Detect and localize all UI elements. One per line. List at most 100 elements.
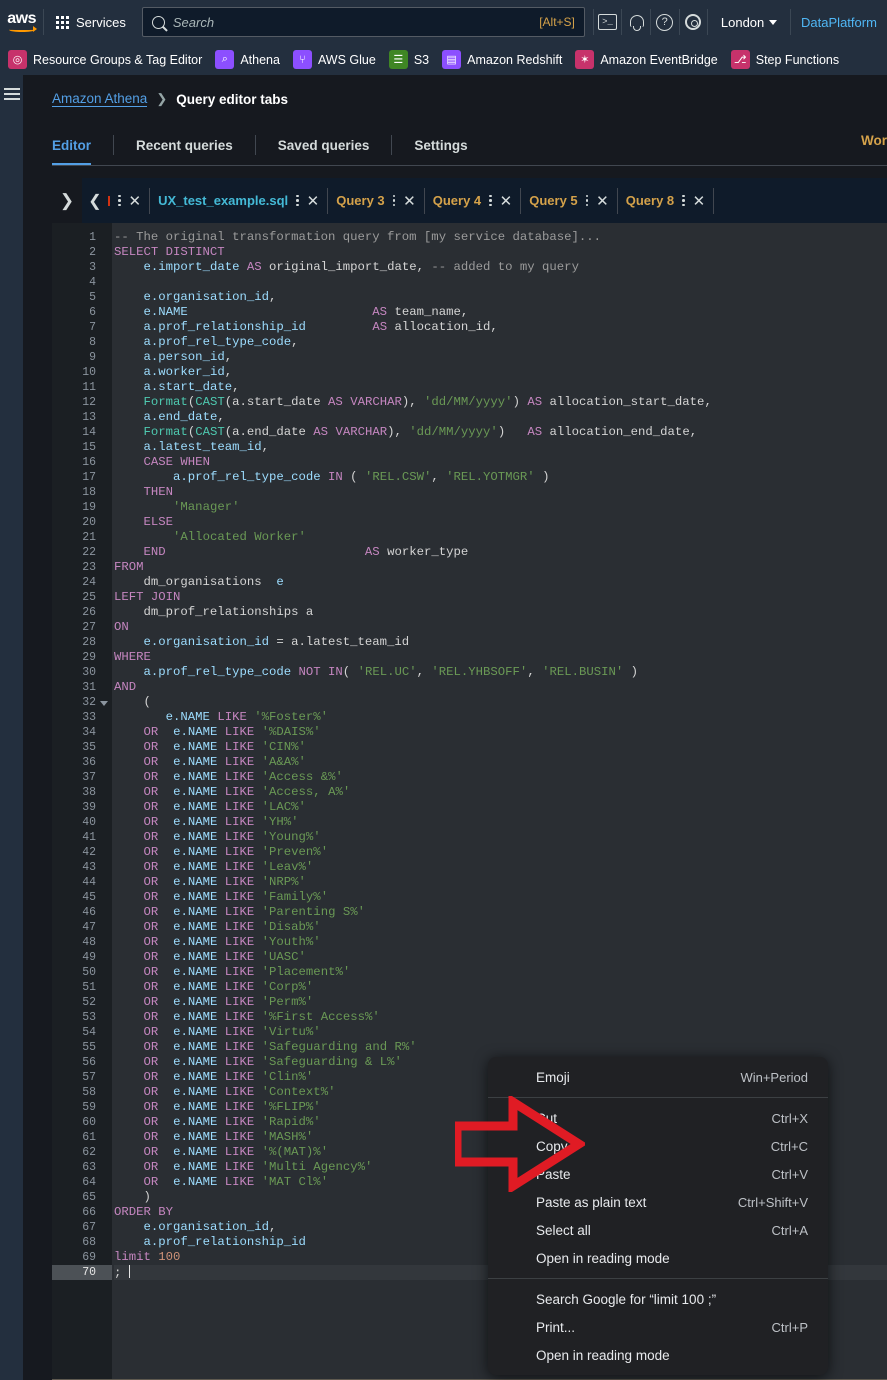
service-shortcut-2[interactable]: ⑂ AWS Glue — [292, 50, 376, 69]
code-token: -- The original transformation query fro… — [114, 230, 602, 244]
menu-item-paste-as-plain-text[interactable]: Paste as plain text Ctrl+Shift+V — [488, 1188, 828, 1216]
code-line: dm_organisations e — [114, 575, 284, 590]
editor-tab-0[interactable]: UX_test_example.sql ✕ — [150, 178, 327, 223]
menu-hamburger-icon[interactable] — [4, 88, 20, 103]
tab-menu-icon[interactable] — [118, 194, 121, 207]
code-token: e.NAME — [165, 710, 210, 724]
editor-tab-2[interactable]: Query 4 ✕ — [425, 178, 521, 223]
cloudshell-icon[interactable]: >_ — [594, 0, 622, 44]
tab-menu-icon[interactable] — [585, 194, 589, 207]
line-number: 3 — [89, 261, 96, 274]
tab-editor[interactable]: Editor — [52, 127, 113, 166]
code-token: e.NAME — [173, 1070, 218, 1084]
code-token: OR — [143, 845, 159, 859]
code-line: FROM — [114, 560, 144, 575]
close-icon[interactable]: ✕ — [403, 192, 416, 210]
close-icon[interactable]: ✕ — [500, 192, 513, 210]
close-icon[interactable]: ✕ — [596, 192, 609, 210]
scroll-tabs-left-icon[interactable]: ❮ — [82, 178, 108, 223]
close-icon[interactable]: ✕ — [307, 192, 320, 210]
line-number: 16 — [82, 456, 96, 469]
code-token: 'Parenting S%' — [261, 905, 365, 919]
settings-gear-icon[interactable] — [679, 0, 707, 44]
code-token: AND — [114, 680, 137, 694]
region-selector[interactable]: London — [708, 15, 790, 30]
code-line: OR e.NAME LIKE 'Young%' — [114, 830, 321, 845]
code-line: OR e.NAME LIKE 'MASH%' — [114, 1130, 314, 1145]
menu-item-cut[interactable]: Cut Ctrl+X — [488, 1104, 828, 1132]
tab-saved-queries[interactable]: Saved queries — [256, 127, 392, 163]
search-icon — [151, 15, 165, 29]
service-shortcut-3[interactable]: ☰ S3 — [388, 50, 429, 69]
aws-top-navigation: aws Services Search [Alt+S] >_ ? London … — [0, 0, 887, 44]
editor-tab-3[interactable]: Query 5 ✕ — [521, 178, 617, 223]
code-line: OR e.NAME LIKE 'Perm%' — [114, 995, 314, 1010]
code-token: CAST — [195, 425, 225, 439]
tab-menu-icon[interactable] — [392, 194, 396, 207]
tab-menu-icon[interactable] — [489, 194, 492, 207]
search-input[interactable]: Search — [173, 15, 531, 30]
global-search-box[interactable]: Search [Alt+S] — [141, 7, 585, 37]
menu-item-paste[interactable]: Paste Ctrl+V — [488, 1160, 828, 1188]
help-icon[interactable]: ? — [651, 0, 679, 44]
service-shortcut-5[interactable]: ✶ Amazon EventBridge — [575, 50, 718, 69]
menu-item-open-in-reading-mode[interactable]: Open in reading mode — [488, 1244, 828, 1272]
aws-logo[interactable]: aws — [0, 11, 43, 32]
tab-settings[interactable]: Settings — [392, 127, 489, 163]
tab-menu-icon[interactable] — [682, 194, 685, 207]
close-icon[interactable]: ✕ — [129, 192, 142, 210]
browser-context-menu[interactable]: Emoji Win+Period Cut Ctrl+X Copy Ctrl+C Paste C… — [488, 1057, 828, 1375]
code-token: OR — [143, 830, 159, 844]
editor-tab-1[interactable]: Query 3 ✕ — [328, 178, 424, 223]
close-icon[interactable]: ✕ — [693, 192, 706, 210]
menu-item-emoji[interactable]: Emoji Win+Period — [488, 1063, 828, 1091]
tab-overflow-controls[interactable]: ✕ — [110, 178, 149, 223]
code-token: WHERE — [114, 650, 151, 664]
tab-recent-queries[interactable]: Recent queries — [114, 127, 255, 163]
account-menu[interactable]: DataPlatform — [791, 15, 887, 30]
code-fold-toggle-icon[interactable] — [100, 701, 108, 706]
code-token: e — [276, 575, 284, 589]
line-number: 37 — [82, 771, 96, 784]
menu-item-label: Search Google for “limit 100 ;” — [536, 1291, 717, 1307]
expand-panel-icon[interactable]: ❯ — [52, 178, 82, 223]
menu-item-copy[interactable]: Copy Ctrl+C — [488, 1132, 828, 1160]
service-shortcut-4[interactable]: ▤ Amazon Redshift — [442, 50, 562, 69]
line-number: 15 — [82, 441, 96, 454]
services-menu-button[interactable]: Services — [44, 0, 138, 44]
service-label: Amazon Redshift — [467, 52, 563, 67]
code-token: a.person_id — [143, 350, 225, 364]
editor-tab-4[interactable]: Query 8 ✕ — [618, 178, 714, 223]
menu-item-print[interactable]: Print... Ctrl+P — [488, 1313, 828, 1341]
menu-item-open-in-reading-mode[interactable]: Open in reading mode — [488, 1341, 828, 1369]
code-token: 'CIN%' — [261, 740, 306, 754]
bell-icon[interactable] — [622, 0, 650, 44]
menu-item-search-google-for-limit-100[interactable]: Search Google for “limit 100 ;” — [488, 1285, 828, 1313]
code-token: 'dd/MM/yyyy' — [424, 395, 513, 409]
code-token: LIKE — [224, 920, 255, 934]
tab-menu-icon[interactable] — [296, 194, 299, 207]
code-token: a.prof_rel_type_code — [173, 470, 321, 484]
code-token: OR — [143, 860, 159, 874]
menu-item-select-all[interactable]: Select all Ctrl+A — [488, 1216, 828, 1244]
service-shortcut-1[interactable]: ⌕ Athena — [215, 50, 280, 69]
service-shortcut-0[interactable]: ◎ Resource Groups & Tag Editor — [8, 50, 202, 69]
line-number: 38 — [82, 786, 96, 799]
aws-smile-icon — [8, 26, 37, 32]
service-shortcut-6[interactable]: ⎇ Step Functions — [730, 50, 839, 69]
breadcrumb-root-link[interactable]: Amazon Athena — [52, 91, 148, 107]
